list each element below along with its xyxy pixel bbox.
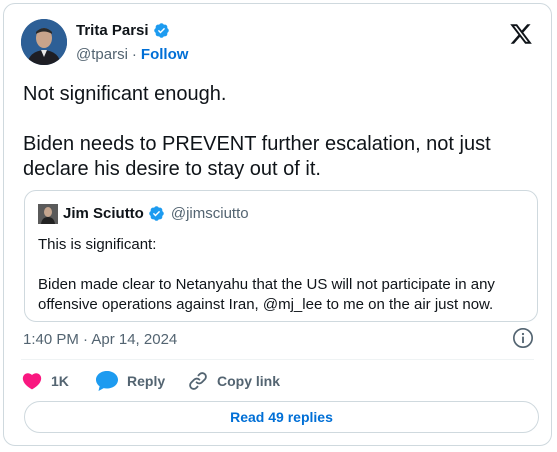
action-bar: 1K Reply Copy link — [21, 368, 280, 394]
like-button[interactable]: 1K — [21, 370, 81, 392]
tweet-timestamp[interactable]: 1:40 PM · Apr 14, 2024 — [23, 331, 177, 348]
quote-text: This is significant: Biden made clear to… — [38, 236, 495, 313]
tweet-text: Not significant enough. Biden needs to P… — [23, 83, 491, 180]
copy-link-button[interactable]: Copy link — [187, 370, 280, 392]
author-portrait-icon — [21, 19, 67, 65]
like-count: 1K — [51, 373, 69, 389]
author-name[interactable]: Trita Parsi — [76, 22, 149, 39]
info-icon[interactable] — [512, 327, 534, 349]
author-handle[interactable]: @tparsi — [76, 46, 128, 63]
divider — [21, 359, 534, 360]
read-replies-button[interactable]: Read 49 replies — [24, 401, 539, 433]
link-icon — [189, 372, 207, 390]
x-logo-icon[interactable] — [509, 22, 533, 46]
quote-author-name: Jim Sciutto — [63, 205, 144, 222]
author-name-row: Trita Parsi — [76, 22, 170, 39]
copy-link-label: Copy link — [217, 373, 281, 389]
verified-badge-icon — [153, 23, 169, 38]
speech-bubble-icon — [96, 371, 118, 391]
quote-portrait-icon — [38, 204, 58, 224]
follow-button[interactable]: Follow — [141, 46, 189, 63]
reply-label: Reply — [127, 373, 166, 389]
author-avatar[interactable] — [21, 19, 67, 65]
heart-icon — [22, 373, 42, 390]
reply-button[interactable]: Reply — [95, 370, 175, 392]
quoted-tweet[interactable]: Jim Sciutto @jimsciutto This is signific… — [24, 190, 538, 322]
tweet-card: Trita Parsi @tparsi · Follow Not signifi… — [3, 3, 552, 446]
quote-header: Jim Sciutto @jimsciutto — [63, 205, 249, 222]
handle-separator: · — [131, 46, 137, 63]
quote-author-handle: @jimsciutto — [170, 205, 249, 222]
quote-verified-badge-icon — [149, 206, 164, 221]
author-handle-row: @tparsi · Follow — [76, 46, 188, 63]
quote-author-avatar — [38, 204, 58, 224]
